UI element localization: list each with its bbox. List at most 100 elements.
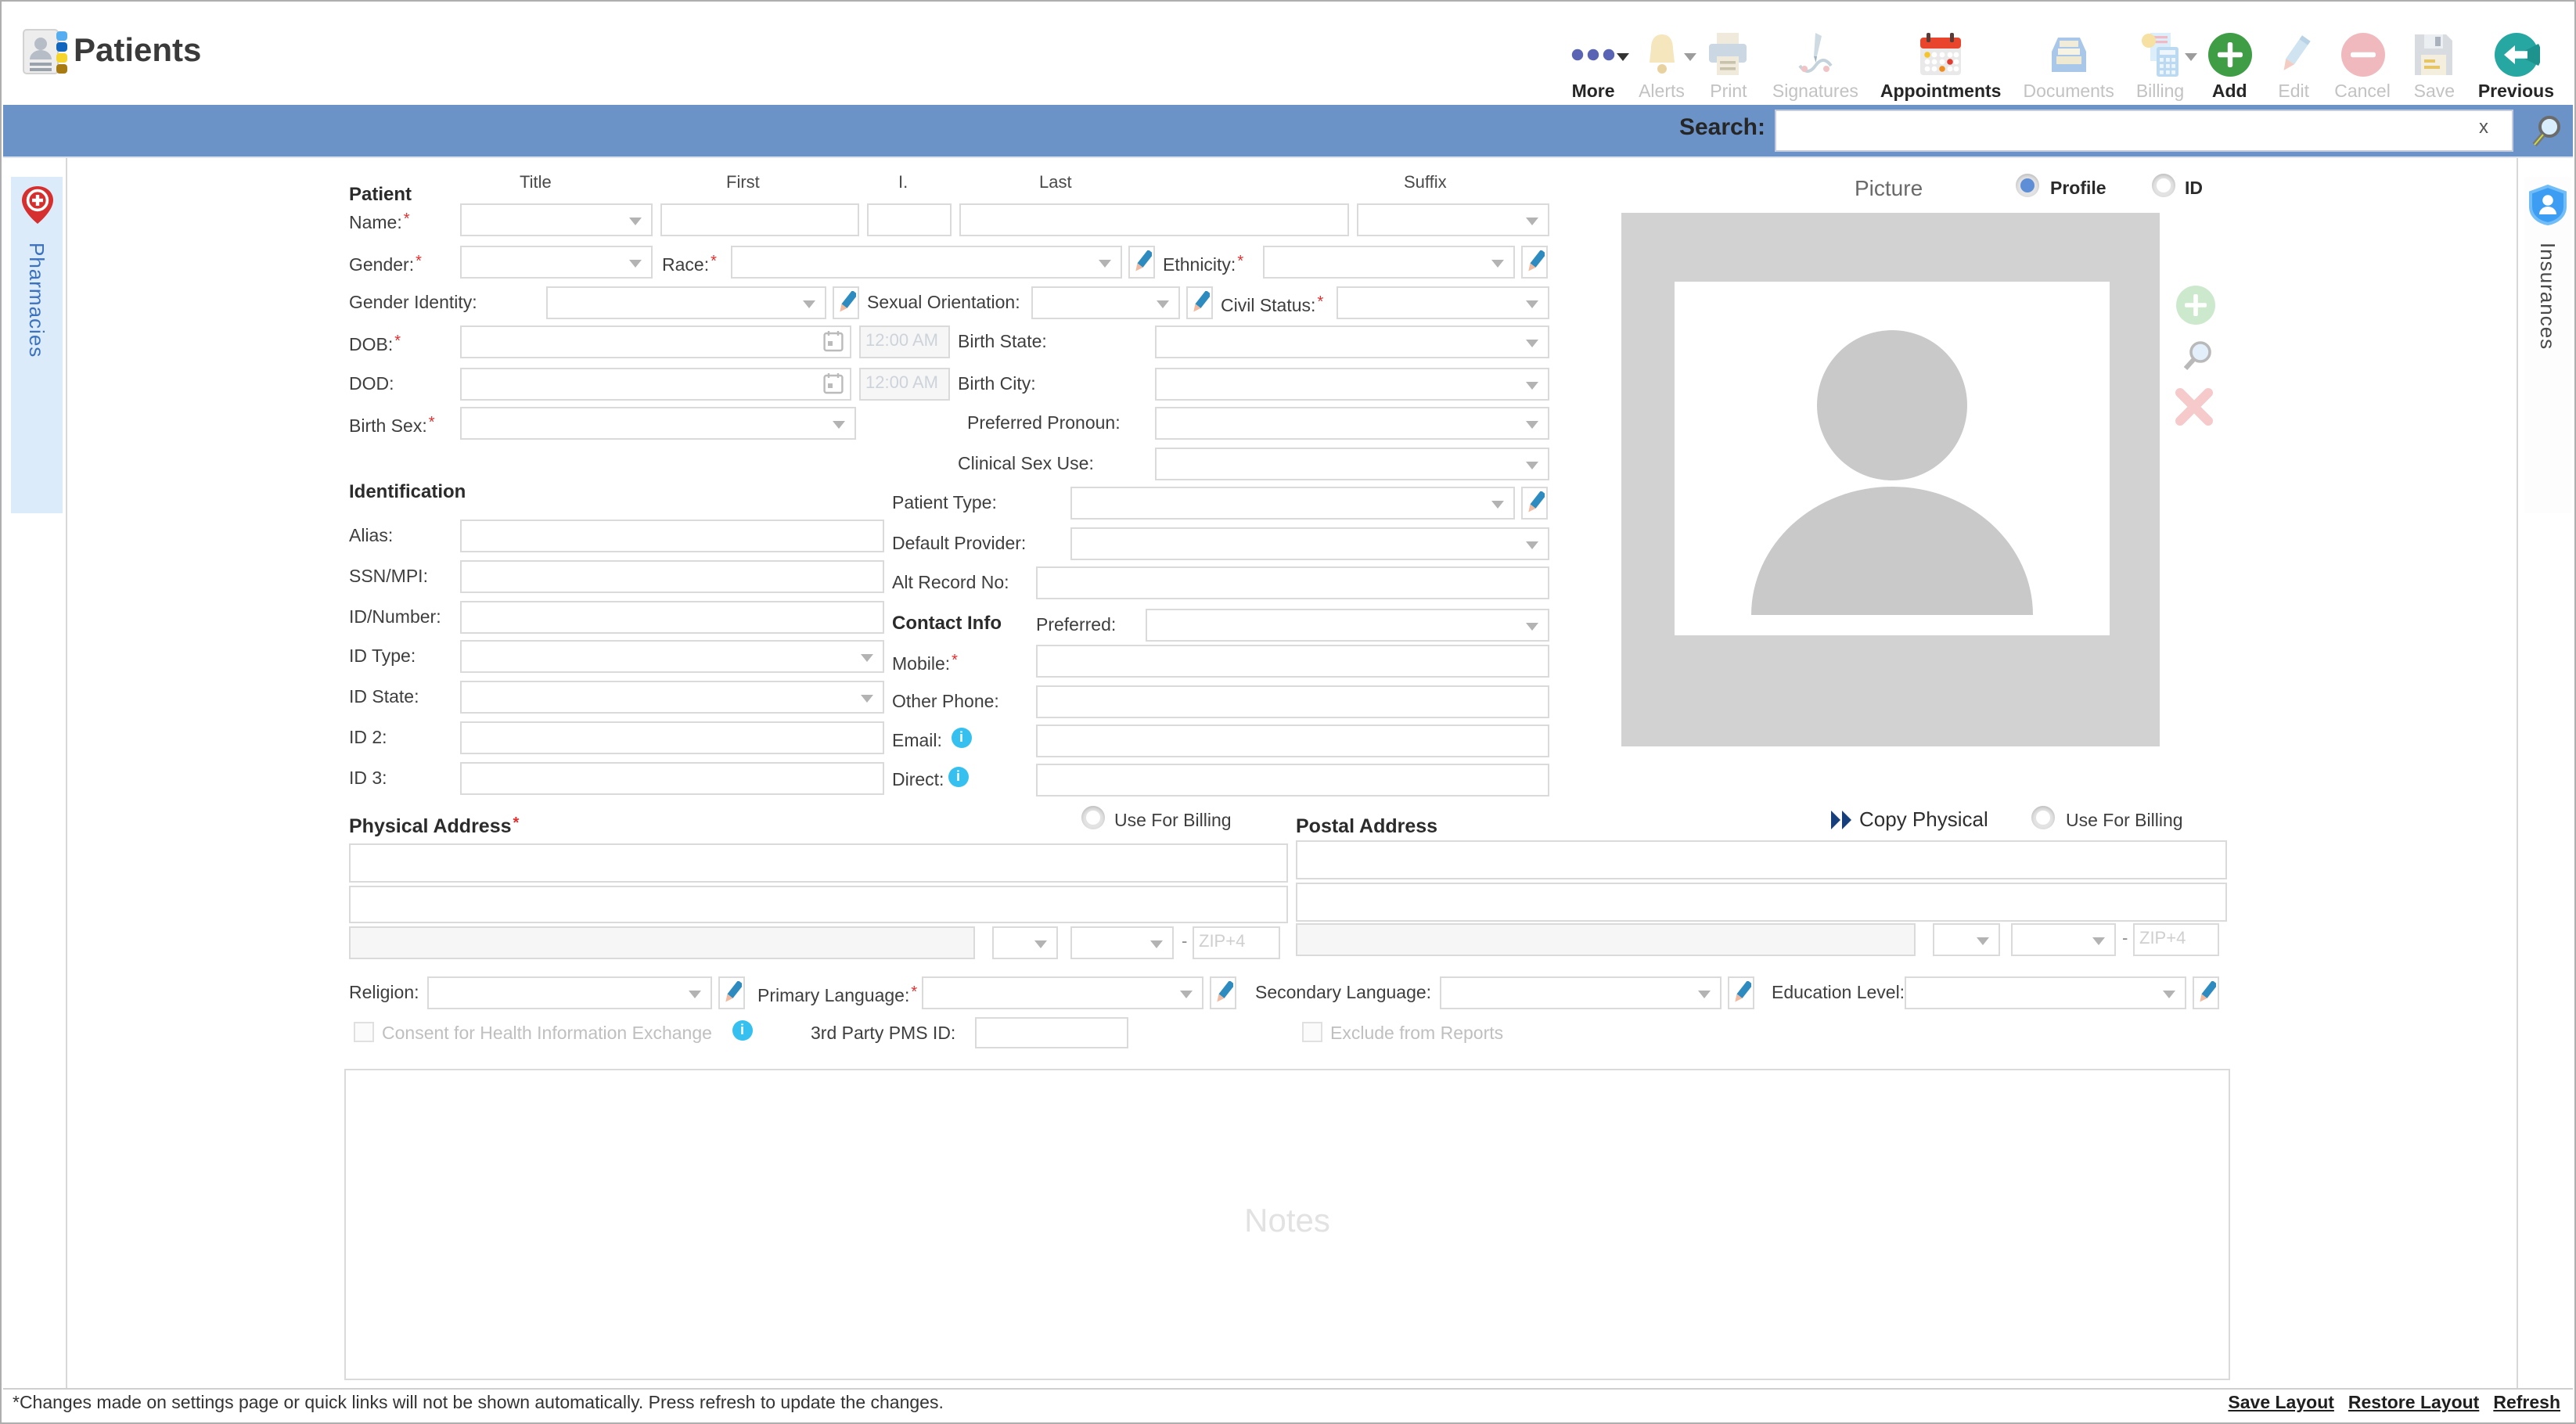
- birth-sex-label: Birth Sex:: [349, 413, 435, 438]
- clinical-sex-use-select[interactable]: [1155, 448, 1549, 480]
- id2-field[interactable]: [460, 721, 884, 754]
- appointments-button[interactable]: Appointments: [1869, 11, 2013, 102]
- gender-select[interactable]: [460, 246, 653, 279]
- sexual-orientation-label: Sexual Orientation:: [867, 293, 1020, 315]
- religion-select[interactable]: [427, 976, 712, 1009]
- physical-address-line2-field[interactable]: [349, 886, 1288, 923]
- birth-state-select[interactable]: [1155, 325, 1549, 358]
- alias-field[interactable]: [460, 520, 884, 552]
- default-provider-select[interactable]: [1070, 527, 1549, 560]
- pms-id-label: 3rd Party PMS ID:: [811, 1023, 955, 1045]
- last-name-field[interactable]: [959, 203, 1349, 236]
- dod-date-field[interactable]: [460, 368, 851, 401]
- calendar-glyph-icon[interactable]: [823, 372, 844, 402]
- picture-profile-radio[interactable]: [2016, 174, 2039, 197]
- id3-field[interactable]: [460, 762, 884, 795]
- add-button[interactable]: Add: [2195, 11, 2264, 102]
- id-state-select[interactable]: [460, 681, 884, 714]
- secondary-language-select[interactable]: [1440, 976, 1722, 1009]
- education-level-label: Education Level:: [1772, 983, 1905, 1005]
- alerts-button: Alerts: [1628, 11, 1696, 102]
- physical-state-select[interactable]: [992, 926, 1058, 959]
- mobile-label: Mobile:: [892, 651, 958, 676]
- primary-language-edit-pencil-icon[interactable]: [1210, 976, 1236, 1009]
- refresh-link[interactable]: Refresh: [2493, 1394, 2560, 1413]
- floppy-disk-icon: [2412, 30, 2456, 80]
- dob-date-field[interactable]: [460, 325, 851, 358]
- status-bar: *Changes made on settings page or quick …: [3, 1388, 2573, 1421]
- postal-use-for-billing-radio[interactable]: [2031, 806, 2055, 829]
- consent-info-icon[interactable]: [732, 1020, 753, 1041]
- gender-identity-edit-pencil-icon[interactable]: [833, 286, 859, 319]
- id-number-label: ID/Number:: [349, 607, 441, 629]
- patient-type-select[interactable]: [1070, 487, 1515, 520]
- tab-insurances[interactable]: Insurances: [2524, 177, 2571, 513]
- picture-delete-icon: [2172, 385, 2216, 437]
- picture-id-label: ID: [2185, 178, 2203, 200]
- race-edit-pencil-icon[interactable]: [1128, 246, 1155, 279]
- picture-heading: Picture: [1855, 177, 1923, 199]
- col-suffix: Suffix: [1404, 174, 1447, 192]
- alias-label: Alias:: [349, 526, 393, 548]
- picture-id-radio[interactable]: [2152, 174, 2175, 197]
- id-type-select[interactable]: [460, 640, 884, 673]
- save-layout-link[interactable]: Save Layout: [2228, 1394, 2334, 1413]
- ethnicity-edit-pencil-icon[interactable]: [1521, 246, 1548, 279]
- search-input[interactable]: [1775, 110, 2513, 152]
- middle-initial-field[interactable]: [867, 203, 952, 236]
- physical-address-line1-field[interactable]: [349, 843, 1288, 883]
- religion-edit-pencil-icon[interactable]: [718, 976, 745, 1009]
- name-title-select[interactable]: [460, 203, 653, 236]
- physical-use-for-billing-radio[interactable]: [1081, 806, 1105, 829]
- pencil-icon: [2275, 30, 2312, 80]
- primary-language-select[interactable]: [922, 976, 1203, 1009]
- birth-city-select[interactable]: [1155, 368, 1549, 401]
- postal-zip-select[interactable]: [2011, 923, 2116, 956]
- preferred-pronoun-select[interactable]: [1155, 407, 1549, 440]
- picture-frame: [1621, 213, 2160, 746]
- direct-info-icon[interactable]: [948, 767, 969, 787]
- gender-identity-select[interactable]: [546, 286, 826, 319]
- search-magnifier-button[interactable]: [2524, 108, 2571, 153]
- preferred-contact-select[interactable]: [1146, 609, 1549, 642]
- tab-pharmacies[interactable]: Pharmacies: [11, 177, 63, 513]
- ethnicity-select[interactable]: [1263, 246, 1515, 279]
- previous-button[interactable]: Previous: [2467, 11, 2565, 102]
- education-level-edit-pencil-icon[interactable]: [2193, 976, 2219, 1009]
- alt-record-field[interactable]: [1036, 566, 1549, 599]
- mobile-field[interactable]: [1036, 645, 1549, 678]
- copy-physical-link[interactable]: Copy Physical: [1859, 809, 1988, 831]
- ethnicity-label: Ethnicity:: [1163, 252, 1243, 277]
- patients-app-icon: [22, 25, 69, 86]
- other-phone-field[interactable]: [1036, 685, 1549, 718]
- ssn-label: SSN/MPI:: [349, 566, 428, 588]
- postal-address-line2-field[interactable]: [1296, 883, 2227, 922]
- ssn-field[interactable]: [460, 560, 884, 593]
- pms-id-field[interactable]: [975, 1017, 1128, 1048]
- id-number-field[interactable]: [460, 601, 884, 634]
- clear-search-icon[interactable]: x: [2479, 116, 2488, 138]
- other-phone-label: Other Phone:: [892, 692, 999, 714]
- race-label: Race:: [662, 252, 717, 277]
- postal-address-line1-field[interactable]: [1296, 840, 2227, 879]
- calendar-glyph-icon[interactable]: [823, 330, 844, 360]
- email-info-icon[interactable]: [952, 728, 972, 748]
- first-name-field[interactable]: [660, 203, 859, 236]
- birth-sex-select[interactable]: [460, 407, 856, 440]
- civil-status-select[interactable]: [1337, 286, 1549, 319]
- zip-dash: -: [1182, 933, 1187, 951]
- sexual-orientation-edit-pencil-icon[interactable]: [1186, 286, 1213, 319]
- email-label: Email:: [892, 731, 942, 753]
- direct-field[interactable]: [1036, 764, 1549, 797]
- postal-state-select[interactable]: [1933, 923, 2000, 956]
- secondary-language-edit-pencil-icon[interactable]: [1728, 976, 1754, 1009]
- email-field[interactable]: [1036, 725, 1549, 757]
- sexual-orientation-select[interactable]: [1031, 286, 1180, 319]
- more-button[interactable]: More: [1559, 11, 1628, 102]
- education-level-select[interactable]: [1905, 976, 2186, 1009]
- race-select[interactable]: [731, 246, 1122, 279]
- restore-layout-link[interactable]: Restore Layout: [2348, 1394, 2479, 1413]
- physical-zip-select[interactable]: [1070, 926, 1174, 959]
- suffix-select[interactable]: [1357, 203, 1549, 236]
- patient-type-edit-pencil-icon[interactable]: [1521, 487, 1548, 520]
